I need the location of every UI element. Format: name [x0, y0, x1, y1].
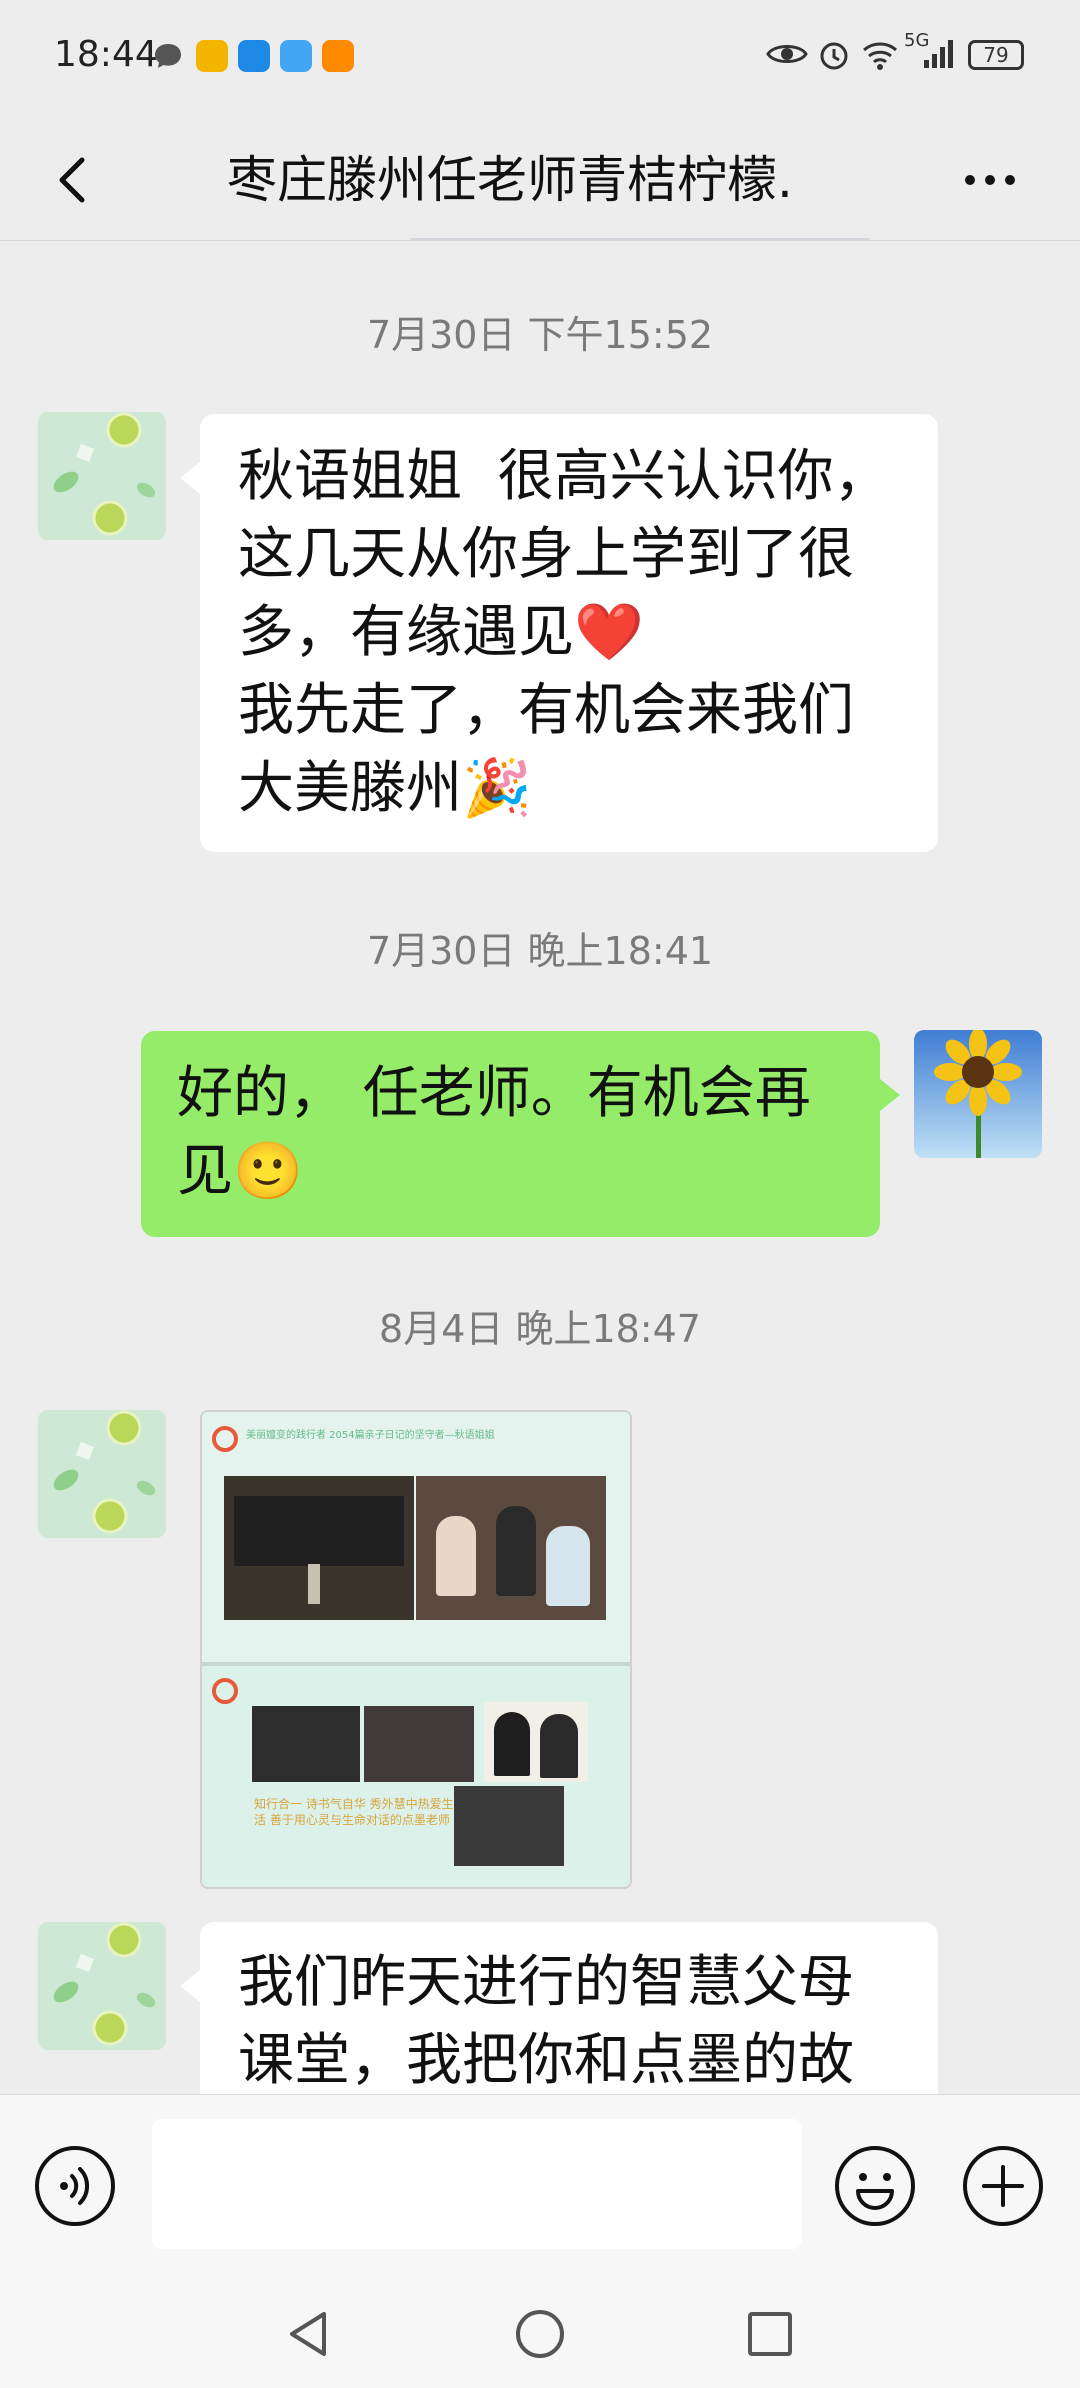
photo-screen: [252, 1706, 360, 1782]
panel-caption: 知行合一 诗书气自华 秀外慧中热爱生活 善于用心灵与生命对话的点墨老师: [254, 1797, 454, 1827]
message-text: 好的， 任老师。有机会再见🙂: [177, 1061, 811, 1204]
battery-level: 79: [983, 43, 1009, 67]
image-panel: 知行合一 诗书气自华 秀外慧中热爱生活 善于用心灵与生命对话的点墨老师: [202, 1666, 630, 1887]
logo-icon: [212, 1426, 238, 1452]
timestamp: 7月30日 下午15:52: [366, 313, 714, 357]
message-text: 秋语姐姐 很高兴认识你，这几天从你身上学到了很多，有缘遇见❤️ 我先走了，有机会…: [238, 444, 890, 821]
panel-title: 美丽嬗变的践行者 2054篇亲子日记的坚守者—秋语姐姐: [246, 1430, 495, 1440]
browser-app-icon: [238, 40, 270, 72]
battery-icon: 79: [968, 40, 1024, 70]
wifi-icon: [863, 42, 897, 70]
signal-icon: [924, 40, 953, 68]
message-bubble[interactable]: 好的， 任老师。有机会再见🙂: [141, 1031, 900, 1237]
voice-icon[interactable]: [34, 2145, 116, 2227]
more-button[interactable]: [950, 140, 1030, 220]
message-text: 我们昨天进行的智慧父母课堂，我把你和点墨的故: [238, 1950, 854, 2093]
photo-audience: [416, 1476, 606, 1620]
plus-icon[interactable]: [962, 2145, 1044, 2227]
logo-icon: [212, 1678, 238, 1704]
notebook-app-icon: [196, 40, 228, 72]
status-bar: 18:44 5G 79: [0, 0, 1080, 120]
timestamp: 7月30日 晚上18:41: [366, 929, 714, 973]
chat-title: 枣庄滕州任老师青桔柠檬.: [227, 151, 793, 209]
message-icon: [155, 44, 181, 68]
back-triangle-icon[interactable]: [278, 2304, 338, 2364]
contact-avatar[interactable]: [38, 1922, 166, 2050]
alarm-icon: [820, 42, 848, 70]
photo-screen: [454, 1786, 564, 1866]
input-bar: [0, 2094, 1080, 2275]
photo-screen: [364, 1706, 474, 1782]
eye-icon: [766, 45, 808, 63]
system-nav-bar: [0, 2274, 1080, 2388]
timestamp: 8月4日 晚上18:47: [379, 1307, 701, 1351]
image-panel: 美丽嬗变的践行者 2054篇亲子日记的坚守者—秋语姐姐: [202, 1412, 630, 1662]
message-bubble[interactable]: 秋语姐姐 很高兴认识你，这几天从你身上学到了很多，有缘遇见❤️ 我先走了，有机会…: [180, 414, 938, 852]
photo-stage: [224, 1476, 414, 1620]
photo-portrait: [484, 1702, 588, 1782]
back-button[interactable]: [36, 140, 116, 220]
home-circle-icon[interactable]: [510, 2304, 570, 2364]
chat-header: 枣庄滕州任老师青桔柠檬.: [0, 120, 1080, 241]
cloud-app-icon: [280, 40, 312, 72]
emoji-icon[interactable]: [834, 2145, 916, 2227]
my-avatar[interactable]: [914, 1030, 1042, 1158]
title-divider: [410, 238, 870, 241]
recents-square-icon[interactable]: [740, 2304, 800, 2364]
video-app-icon: [322, 40, 354, 72]
contact-avatar[interactable]: [38, 412, 166, 540]
message-input[interactable]: [152, 2119, 802, 2249]
status-time: 18:44: [54, 34, 158, 75]
contact-avatar[interactable]: [38, 1410, 166, 1538]
image-message[interactable]: 美丽嬗变的践行者 2054篇亲子日记的坚守者—秋语姐姐 知行合一 诗书气自华 秀…: [200, 1410, 632, 1889]
